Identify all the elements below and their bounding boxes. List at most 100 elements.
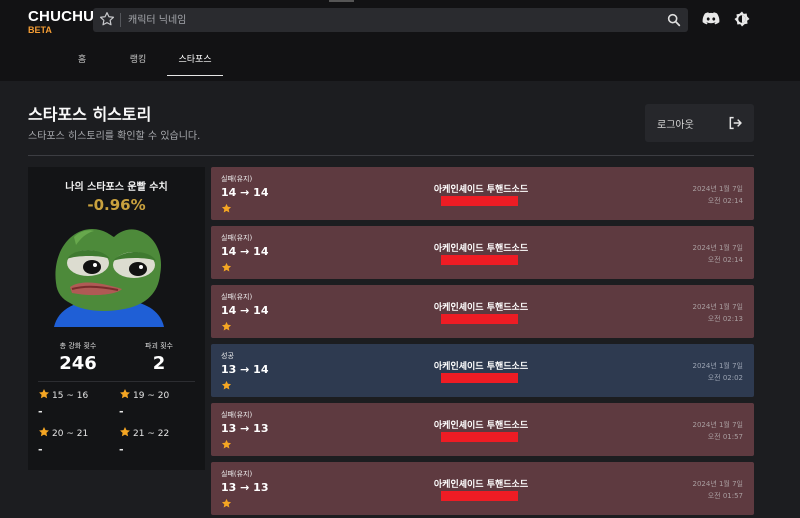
history-card[interactable]: 실패(유지) 13 → 13 아케인셰이드 투핸드소드 2024년 1월 7일오… bbox=[211, 462, 754, 515]
history-time: 오전 02:14 bbox=[707, 256, 743, 264]
search-icon[interactable] bbox=[666, 12, 682, 28]
logout-icon bbox=[729, 116, 742, 130]
range-value: - bbox=[38, 443, 43, 456]
star-icon bbox=[221, 262, 232, 272]
luck-title: 나의 스타포스 운빨 수치 bbox=[65, 182, 168, 193]
history-timestamp: 2024년 1월 7일오전 02:13 bbox=[693, 301, 744, 325]
history-levels: 14 → 14 bbox=[221, 245, 269, 258]
discord-icon[interactable] bbox=[702, 11, 720, 27]
star-icon bbox=[221, 380, 232, 390]
range-stat: 21 ~ 22 - bbox=[119, 426, 199, 456]
range-label: 15 ~ 16 bbox=[52, 391, 89, 401]
history-item-name: 아케인셰이드 투핸드소드 bbox=[433, 421, 529, 431]
beta-badge: BETA bbox=[28, 25, 52, 35]
app-header: CHUCHU BETA 홈 랭킹 스타포스 bbox=[0, 0, 800, 81]
history-item-name: 아케인셰이드 투핸드소드 bbox=[433, 362, 529, 372]
redacted-character-name bbox=[441, 491, 518, 501]
redacted-character-name bbox=[441, 314, 518, 324]
history-levels: 14 → 14 bbox=[221, 186, 269, 199]
star-icon bbox=[120, 389, 130, 399]
history-status: 실패(유지) bbox=[221, 175, 253, 183]
star-icon bbox=[221, 203, 232, 213]
window-indicator bbox=[329, 0, 354, 2]
history-levels: 14 → 14 bbox=[221, 304, 269, 317]
range-stat: 15 ~ 16 - bbox=[38, 388, 118, 418]
range-label: 19 ~ 20 bbox=[133, 391, 170, 401]
section-divider bbox=[28, 155, 754, 156]
range-value: - bbox=[38, 405, 43, 418]
logout-button[interactable]: 로그아웃 bbox=[645, 104, 754, 142]
history-card[interactable]: 실패(유지) 14 → 14 아케인셰이드 투핸드소드 2024년 1월 7일오… bbox=[211, 285, 754, 338]
page-title: 스타포스 히스토리 bbox=[28, 105, 152, 124]
history-card[interactable]: 성공 13 → 14 아케인셰이드 투핸드소드 2024년 1월 7일오전 02… bbox=[211, 344, 754, 397]
total-enhance-value: 246 bbox=[59, 353, 97, 374]
star-icon bbox=[39, 427, 49, 437]
history-timestamp: 2024년 1월 7일오전 02:02 bbox=[693, 360, 744, 384]
history-item-name: 아케인셰이드 투핸드소드 bbox=[433, 244, 529, 254]
history-levels: 13 → 14 bbox=[221, 363, 269, 376]
history-date: 2024년 1월 7일 bbox=[692, 185, 744, 193]
tab-ranking[interactable]: 랭킹 bbox=[124, 50, 152, 76]
history-timestamp: 2024년 1월 7일오전 02:14 bbox=[693, 183, 744, 207]
history-card[interactable]: 실패(유지) 13 → 13 아케인셰이드 투핸드소드 2024년 1월 7일오… bbox=[211, 403, 754, 456]
history-time: 오전 02:13 bbox=[707, 315, 743, 323]
sad-frog-avatar bbox=[54, 229, 164, 327]
history-card[interactable]: 실패(유지) 14 → 14 아케인셰이드 투핸드소드 2024년 1월 7일오… bbox=[211, 226, 754, 279]
history-levels: 13 → 13 bbox=[221, 481, 269, 494]
history-timestamp: 2024년 1월 7일오전 02:14 bbox=[693, 242, 744, 266]
destroy-label: 파괴 횟수 bbox=[145, 342, 173, 350]
history-time: 오전 02:14 bbox=[707, 197, 743, 205]
app-logo[interactable]: CHUCHU BETA bbox=[28, 9, 94, 36]
destroy-value: 2 bbox=[152, 353, 166, 374]
history-levels: 13 → 13 bbox=[221, 422, 269, 435]
tab-home[interactable]: 홈 bbox=[70, 50, 94, 76]
history-date: 2024년 1월 7일 bbox=[692, 421, 744, 429]
history-item-name: 아케인셰이드 투핸드소드 bbox=[433, 185, 529, 195]
favorite-star-icon[interactable] bbox=[98, 10, 116, 28]
star-icon bbox=[221, 498, 232, 508]
history-time: 오전 01:57 bbox=[707, 492, 743, 500]
range-stat: 19 ~ 20 - bbox=[119, 388, 199, 418]
history-item-name: 아케인셰이드 투핸드소드 bbox=[433, 303, 529, 313]
history-card[interactable]: 실패(유지) 14 → 14 아케인셰이드 투핸드소드 2024년 1월 7일오… bbox=[211, 167, 754, 220]
total-enhance-stat: 총 강화 횟수 246 bbox=[43, 341, 113, 374]
range-value: - bbox=[119, 405, 124, 418]
search-divider bbox=[120, 13, 121, 27]
history-date: 2024년 1월 7일 bbox=[692, 303, 744, 311]
range-value: - bbox=[119, 443, 124, 456]
history-status: 실패(유지) bbox=[221, 293, 253, 301]
search-input[interactable] bbox=[128, 10, 648, 30]
history-date: 2024년 1월 7일 bbox=[692, 244, 744, 252]
page-subtitle: 스타포스 히스토리를 확인할 수 있습니다. bbox=[28, 131, 201, 142]
history-date: 2024년 1월 7일 bbox=[692, 362, 744, 370]
redacted-character-name bbox=[441, 432, 518, 442]
history-status: 실패(유지) bbox=[221, 234, 253, 242]
nav-tabs: 홈 랭킹 스타포스 bbox=[0, 50, 800, 76]
history-status: 실패(유지) bbox=[221, 411, 253, 419]
star-icon bbox=[221, 439, 232, 449]
star-icon bbox=[221, 321, 232, 331]
redacted-character-name bbox=[441, 373, 518, 383]
theme-toggle-icon[interactable] bbox=[733, 10, 751, 28]
tab-starforce[interactable]: 스타포스 bbox=[167, 50, 223, 76]
luck-percentage: -0.96% bbox=[87, 196, 146, 214]
luck-stats-panel: 나의 스타포스 운빨 수치 -0.96% 총 강화 횟수 246 파괴 횟수 2… bbox=[28, 167, 205, 470]
history-timestamp: 2024년 1월 7일오전 01:57 bbox=[693, 478, 744, 502]
range-label: 20 ~ 21 bbox=[52, 429, 89, 439]
history-date: 2024년 1월 7일 bbox=[692, 480, 744, 488]
history-time: 오전 02:02 bbox=[707, 374, 743, 382]
stats-divider bbox=[38, 381, 195, 382]
redacted-character-name bbox=[441, 196, 518, 206]
total-enhance-label: 총 강화 횟수 bbox=[59, 342, 97, 350]
redacted-character-name bbox=[441, 255, 518, 265]
history-item-name: 아케인셰이드 투핸드소드 bbox=[433, 480, 529, 490]
star-icon bbox=[120, 427, 130, 437]
search-bar bbox=[93, 8, 688, 32]
range-stat: 20 ~ 21 - bbox=[38, 426, 118, 456]
logout-label: 로그아웃 bbox=[657, 120, 694, 131]
star-icon bbox=[39, 389, 49, 399]
history-status: 실패(유지) bbox=[221, 470, 253, 478]
history-status: 성공 bbox=[221, 352, 234, 360]
range-label: 21 ~ 22 bbox=[133, 429, 170, 439]
history-time: 오전 01:57 bbox=[707, 433, 743, 441]
